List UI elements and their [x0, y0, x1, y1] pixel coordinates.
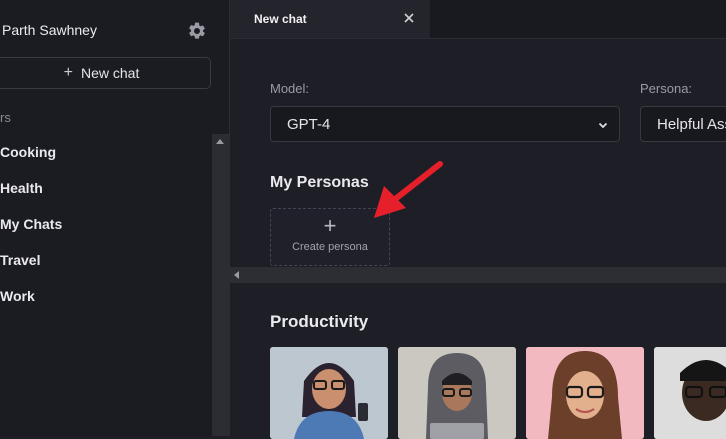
new-chat-label: New chat: [80, 65, 140, 81]
persona-avatar-image: [526, 347, 644, 439]
create-persona-label: Create persona: [292, 241, 368, 253]
productivity-heading: Productivity: [270, 312, 369, 331]
tab-bar: New chat: [230, 0, 726, 39]
sidebar-scrollbar[interactable]: [212, 134, 229, 436]
plus-icon: +: [63, 64, 73, 81]
horizontal-scrollbar[interactable]: [230, 267, 726, 283]
model-label: Model:: [270, 81, 310, 96]
user-name: Parth Sawhney: [2, 22, 97, 38]
new-chat-button[interactable]: + New chat: [0, 57, 211, 89]
model-select[interactable]: GPT-4: [270, 106, 620, 142]
my-personas-heading: My Personas: [270, 174, 369, 191]
persona-card[interactable]: [270, 347, 388, 439]
model-value: GPT-4: [287, 115, 331, 133]
tab-new-chat[interactable]: New chat: [230, 0, 430, 38]
user-profile[interactable]: Parth Sawhney: [0, 0, 229, 62]
sidebar-folder-my-chats[interactable]: My Chats: [0, 216, 62, 232]
persona-select[interactable]: Helpful Assistant: [640, 106, 726, 142]
persona-avatar-image: [398, 347, 516, 439]
chevron-down-icon: [598, 122, 608, 129]
persona-value: Helpful Assistant: [657, 115, 726, 133]
persona-avatar-image: [654, 347, 726, 439]
sidebar-folder-work[interactable]: Work: [0, 288, 35, 304]
folders-section-label: rs: [0, 110, 11, 125]
annotation-arrow: [374, 161, 443, 218]
persona-label: Persona:: [640, 81, 693, 96]
sidebar-folder-travel[interactable]: Travel: [0, 252, 40, 268]
scroll-up-arrow-icon[interactable]: [216, 139, 224, 144]
sidebar-folder-health[interactable]: Health: [0, 180, 43, 196]
persona-card[interactable]: [654, 347, 726, 439]
scroll-left-arrow-icon[interactable]: [234, 271, 239, 279]
gear-icon[interactable]: [187, 21, 207, 41]
tab-label: New chat: [254, 12, 307, 26]
persona-card[interactable]: [398, 347, 516, 439]
main-panel: Model: GPT-4 Persona: Helpful Assistant …: [230, 39, 726, 439]
persona-avatar-image: [270, 347, 388, 439]
sidebar: Parth Sawhney + New chat rs Cooking Heal…: [0, 0, 230, 436]
persona-card[interactable]: [526, 347, 644, 439]
close-icon[interactable]: [402, 11, 416, 25]
sidebar-folder-cooking[interactable]: Cooking: [0, 144, 56, 160]
